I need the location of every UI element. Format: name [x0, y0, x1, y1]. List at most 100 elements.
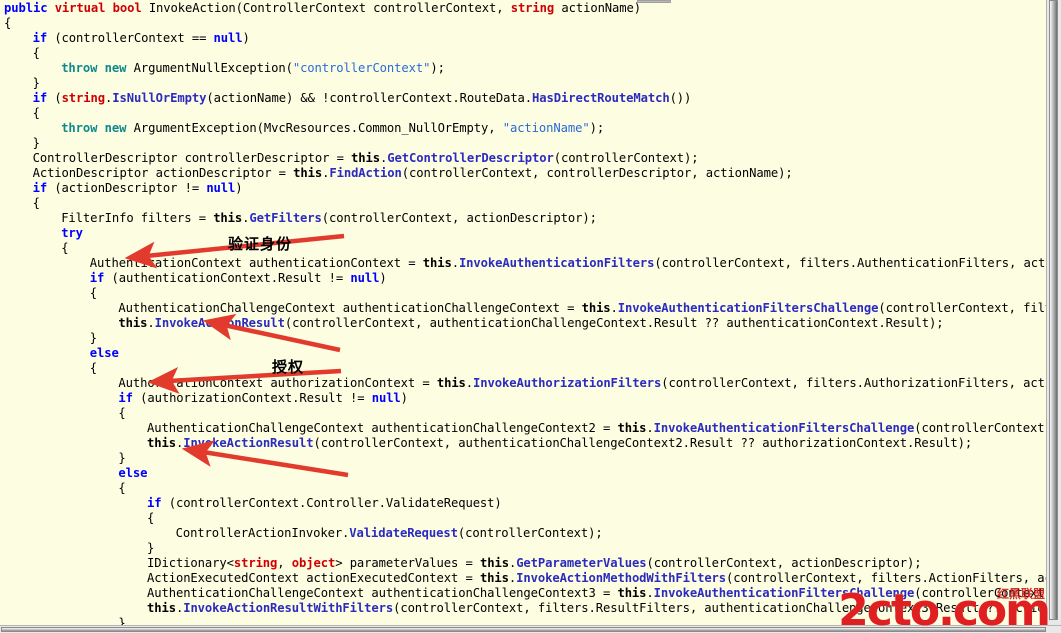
code-token: (authorizationContext.Result !=	[132, 391, 372, 405]
code-line: {	[4, 511, 154, 526]
code-token: }	[118, 451, 126, 465]
code-line: }	[4, 451, 126, 466]
code-token: )	[235, 181, 243, 195]
code-token: this	[147, 436, 176, 450]
code-token: if	[147, 496, 162, 510]
code-token: }	[89, 331, 98, 345]
code-token: null	[206, 181, 236, 195]
code-token: (controllerContext, filt	[914, 586, 1047, 600]
code-line: {	[4, 196, 40, 211]
code-token: {	[32, 106, 40, 120]
code-token: this	[422, 256, 452, 270]
code-token: this	[617, 421, 647, 435]
code-token: this	[617, 586, 647, 600]
code-token: else	[89, 346, 119, 360]
code-token: GetParameterValues	[516, 556, 647, 570]
code-line: FilterInfo filters = this.GetFilters(con…	[4, 211, 597, 226]
top-scroll-nub[interactable]	[637, 0, 671, 3]
code-token: AuthenticationChallengeContext authentic…	[147, 586, 618, 600]
vertical-scrollbar[interactable]	[1046, 0, 1061, 627]
code-token: (controllerContext, authenticationChalle…	[313, 436, 973, 450]
code-token: object	[291, 556, 336, 570]
code-token: AuthenticationChallengeContext authentic…	[118, 301, 582, 315]
code-token: if	[32, 181, 48, 195]
code-line: }	[4, 76, 40, 91]
code-token: if	[32, 91, 48, 105]
code-line: throw new ArgumentNullException("control…	[4, 61, 445, 76]
code-line: AuthenticationChallengeContext authentic…	[4, 301, 1047, 316]
code-token: {	[4, 16, 12, 30]
code-token: if	[32, 31, 48, 45]
code-line: }	[4, 136, 40, 151]
code-token: InvokeActionMethodWithFilters	[516, 571, 727, 585]
code-token: else	[118, 466, 148, 480]
code-token: AuthorizationContext authorizationContex…	[118, 376, 437, 390]
code-line: ControllerDescriptor controllerDescripto…	[4, 151, 699, 166]
code-line: if (authenticationContext.Result != null…	[4, 271, 387, 286]
code-line: {	[4, 361, 97, 376]
code-token: ())	[669, 91, 692, 105]
code-token: this	[581, 301, 611, 315]
code-token: (controllerContext, controllerDescriptor…	[401, 166, 793, 180]
code-line: {	[4, 481, 125, 496]
code-token: ControllerDescriptor controllerDescripto…	[32, 151, 352, 165]
code-token: > parameterValues =	[335, 556, 480, 570]
code-line: ControllerActionInvoker.ValidateRequest(…	[4, 526, 603, 541]
code-token: (controllerContext, filt	[914, 421, 1047, 435]
code-line: if (controllerContext == null)	[4, 31, 250, 46]
code-token: this	[213, 211, 243, 225]
code-token: InvokeAuthenticationFiltersChallenge	[617, 301, 879, 315]
code-token: FilterInfo filters =	[61, 211, 214, 225]
code-token: try	[61, 226, 83, 240]
code-line: this.InvokeActionResultWithFilters(contr…	[4, 601, 1047, 616]
code-token: }	[32, 76, 40, 90]
code-line: {	[4, 286, 97, 301]
code-token: );	[589, 121, 605, 135]
code-token: {	[118, 406, 126, 420]
code-token: "actionName"	[502, 121, 590, 135]
code-line: AuthenticationChallengeContext authentic…	[4, 421, 1047, 436]
code-token: if	[89, 271, 105, 285]
code-token: (controllerContext, filters.Authenticati…	[654, 256, 1047, 270]
code-token: "controllerContext"	[292, 61, 431, 75]
code-token: this	[479, 556, 509, 570]
code-token: ActionExecutedContext actionExecutedCont…	[147, 571, 480, 585]
code-token: (actionName) && !controllerContext.Route…	[206, 91, 533, 105]
code-token: this	[293, 166, 323, 180]
code-token: GetFilters	[249, 211, 322, 225]
code-token: this	[118, 316, 148, 330]
code-editor-window: public virtual bool InvokeAction(Control…	[0, 0, 1061, 633]
code-line: }	[4, 331, 97, 346]
code-token: new	[104, 61, 127, 75]
code-token: new	[104, 121, 127, 135]
code-token: }	[32, 136, 40, 150]
code-token: actionName)	[554, 1, 641, 15]
code-token: (controllerContext, filters.Authorizatio…	[661, 376, 1047, 390]
horizontal-scrollbar[interactable]	[0, 625, 1061, 633]
code-token: AuthenticationContext authenticationCont…	[89, 256, 423, 270]
code-token: {	[32, 46, 40, 60]
code-line: if (string.IsNullOrEmpty(actionName) && …	[4, 91, 692, 106]
code-token: .	[610, 301, 618, 315]
code-token: );	[430, 61, 445, 75]
code-token: .	[147, 316, 155, 330]
code-token: )	[242, 31, 250, 45]
code-token: {	[32, 196, 40, 210]
code-token: throw	[61, 121, 98, 135]
code-token: InvokeActionResultWithFilters	[183, 601, 394, 615]
code-token: {	[89, 361, 98, 375]
code-token: (controllerContext, authenticationChalle…	[284, 316, 944, 330]
code-token: string	[510, 1, 555, 15]
code-token: AuthenticationChallengeContext authentic…	[147, 421, 618, 435]
vertical-scrollbar-thumb[interactable]	[1049, 0, 1058, 620]
code-token: .	[646, 586, 654, 600]
code-token: {	[61, 241, 69, 255]
code-text-area[interactable]: public virtual bool InvokeAction(Control…	[0, 0, 1047, 627]
code-line: else	[4, 346, 119, 361]
horizontal-scrollbar-thumb[interactable]	[1, 627, 1046, 632]
code-line: {	[4, 106, 40, 121]
